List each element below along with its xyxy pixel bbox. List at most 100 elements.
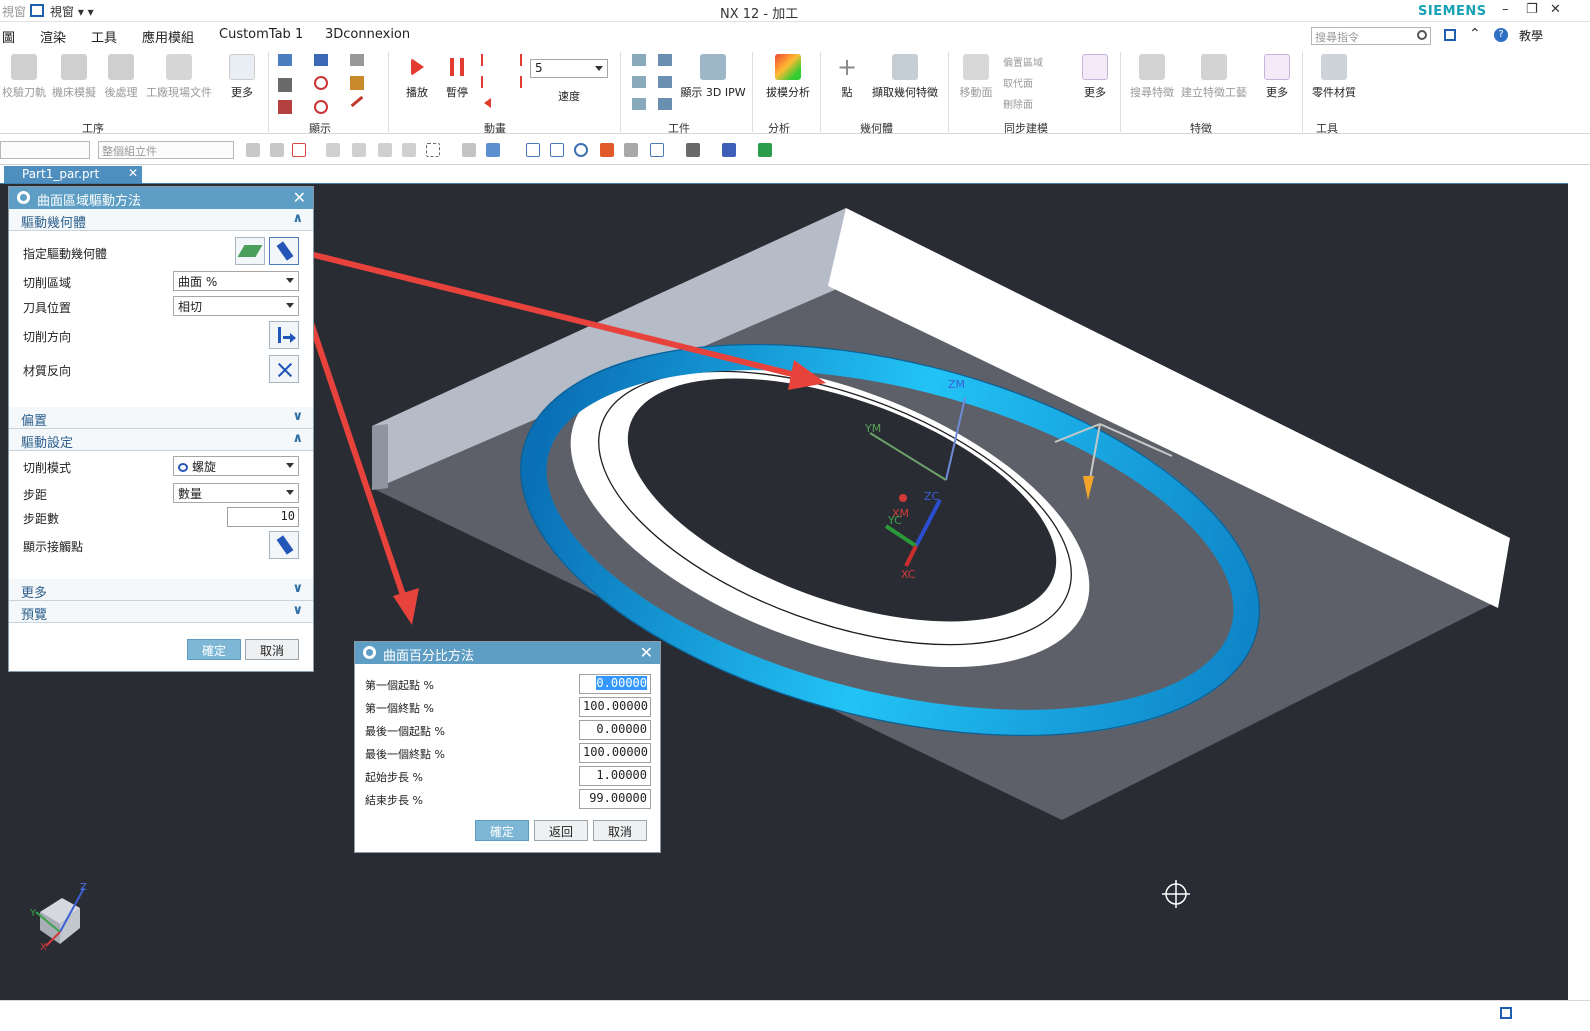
gear-icon[interactable] [363,646,376,659]
tab-part1[interactable]: Part1_par.prt ✕ [4,166,142,184]
cube-icon[interactable] [486,143,500,157]
display-curve-icon[interactable] [314,76,328,90]
last-start-input[interactable]: 0.00000 [579,720,651,740]
rotate-icon[interactable] [574,143,588,157]
section-more[interactable]: 更多 ∨ [9,579,313,601]
full-screen-icon[interactable] [1500,1007,1512,1019]
close-icon[interactable]: ✕ [1550,2,1561,17]
material-reverse-button[interactable] [269,355,299,383]
menu-item-applications[interactable]: 應用模組 [142,27,194,46]
menu-item-view[interactable]: 圖 [2,27,15,46]
part-material-button[interactable]: 零件材質 [1310,54,1358,100]
minimize-icon[interactable]: – [1502,2,1509,17]
tutorial-link[interactable]: 教學 [1519,27,1543,44]
step-forward-icon[interactable] [512,54,522,66]
step-back-icon[interactable] [481,54,491,66]
speed-select[interactable]: 5 [530,59,608,78]
arc-snap-icon[interactable] [352,143,366,157]
center-snap-icon[interactable] [378,143,392,157]
close-icon[interactable]: ✕ [640,643,653,662]
display-layer-icon[interactable] [278,78,292,92]
verify-toolpath-button[interactable]: 校驗刀軌 [0,54,48,100]
back-button[interactable]: 返回 [534,820,588,841]
replace-face-button[interactable]: 取代面 [1003,75,1033,90]
more-features-button[interactable]: 更多 [1258,54,1296,100]
menu-item-3dconnexion[interactable]: 3Dconnexion [325,27,410,42]
delete-face-button[interactable]: 刪除面 [1003,96,1033,111]
command-search-input[interactable]: 搜尋指令 [1311,27,1431,45]
tool-position-select[interactable]: 相切 [173,296,299,316]
select-geometry-button[interactable] [235,237,265,265]
display-view-icon[interactable] [314,54,328,66]
workpiece-icon-6[interactable] [658,98,672,110]
display-line-icon[interactable] [350,95,364,108]
postprocess-button[interactable]: 後處理 [100,54,142,100]
display-option-icon[interactable] [278,54,292,66]
section-offset[interactable]: 偏置 ∨ [9,407,313,429]
restore-icon[interactable]: ❐ [1526,2,1538,17]
menu-item-tools[interactable]: 工具 [91,27,117,46]
more-sync-button[interactable]: 更多 [1076,54,1114,100]
window-icon[interactable] [30,4,44,17]
close-icon[interactable]: ✕ [293,188,306,207]
menu-item-render[interactable]: 渲染 [40,27,66,46]
workpiece-icon-3[interactable] [632,98,646,110]
shop-docs-button[interactable]: 工廠現場文件 [144,54,214,100]
pause-button[interactable]: 暫停 [442,54,472,100]
end-step-input[interactable]: 99.00000 [579,789,651,809]
show-geometry-button[interactable] [269,237,299,265]
scope-filter-select[interactable]: 整個組立件 [98,141,234,159]
gear-icon[interactable] [17,191,30,204]
workpiece-icon-2[interactable] [632,76,646,88]
play-button[interactable]: 播放 [402,54,432,100]
more-operations-button[interactable]: 更多 [222,54,262,100]
window-fit-icon[interactable] [1444,29,1456,41]
section-drive-settings[interactable]: 驅動設定 ∧ [9,429,313,451]
first-end-input[interactable]: 100.00000 [579,697,651,717]
create-feature-process-button[interactable]: 建立特徵工藝 [1180,54,1248,100]
section-preview[interactable]: 預覽 ∨ [9,601,313,623]
ok-button[interactable]: 確定 [187,639,241,660]
cancel-button[interactable]: 取消 [245,639,299,660]
pan-icon[interactable] [600,143,614,157]
point-snap-icon[interactable] [326,143,340,157]
workpiece-icon-5[interactable] [658,76,672,88]
intersect-snap-icon[interactable] [402,143,416,157]
section-drive-geometry[interactable]: 驅動幾何體 ∧ [9,209,313,231]
help-icon[interactable]: ? [1494,28,1508,42]
box-select-icon[interactable] [426,143,440,157]
move-face-button[interactable]: 移動面 [956,54,996,100]
step-left-icon[interactable] [484,98,491,108]
collapse-ribbon-icon[interactable]: ⌃ [1469,26,1481,42]
workpiece-icon-4[interactable] [658,54,672,66]
shaded-icon[interactable] [462,143,476,157]
cut-direction-button[interactable] [269,321,299,349]
cut-area-select[interactable]: 曲面 % [173,271,299,291]
offset-region-button[interactable]: 偏置區域 [1003,54,1043,69]
view-orient-icon[interactable] [650,143,664,157]
snap-icon[interactable] [246,143,260,157]
start-step-input[interactable]: 1.00000 [579,766,651,786]
window-menu[interactable]: 視窗 ▾ ▾ [50,3,94,20]
last-end-input[interactable]: 100.00000 [579,743,651,763]
perspective-icon[interactable] [624,143,638,157]
stepover-count-input[interactable]: 10 [227,507,299,527]
draft-analysis-button[interactable]: 拔模分析 [762,54,814,100]
menu-item-customtab[interactable]: CustomTab 1 [219,27,303,42]
snap-icon-2[interactable] [270,143,284,157]
ok-button[interactable]: 確定 [475,820,529,841]
show-3d-ipw-button[interactable]: 顯示 3D IPW [680,54,746,100]
display-filter-icon[interactable] [350,54,364,66]
zoom-icon[interactable] [550,143,564,157]
quick-access-label[interactable]: 視窗 [2,3,26,20]
background-icon[interactable] [722,143,736,157]
search-feature-button[interactable]: 搜尋特徵 [1128,54,1176,100]
search-icon[interactable] [1417,30,1427,40]
show-contact-button[interactable] [269,531,299,559]
display-point-icon[interactable] [314,100,328,114]
display-section-icon[interactable] [278,100,292,114]
select-icon[interactable] [292,143,306,157]
tab-close-icon[interactable]: ✕ [128,166,138,180]
machine-sim-button[interactable]: 機床模擬 [50,54,98,100]
render-style-icon[interactable] [686,143,700,157]
